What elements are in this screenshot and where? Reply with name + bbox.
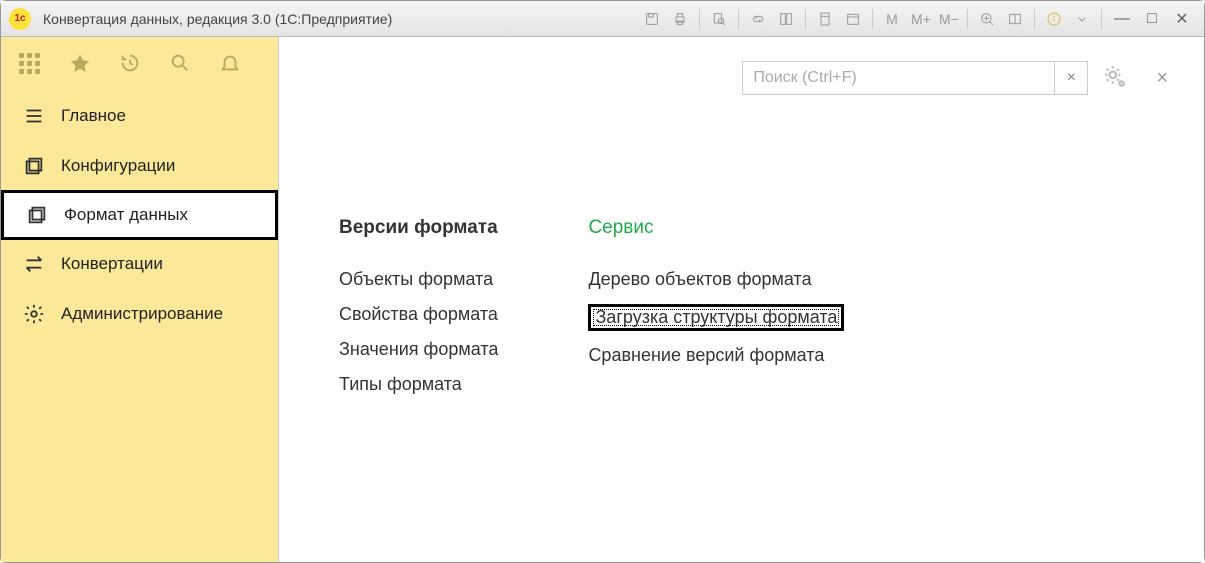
menu-icon	[23, 105, 45, 127]
search-box: ×	[742, 61, 1088, 95]
link-objects[interactable]: Объекты формата	[339, 269, 498, 290]
memory-m-plus[interactable]: M+	[907, 11, 933, 27]
save-icon[interactable]	[639, 6, 665, 32]
sidebar: Главное Конфигурации Формат данных Конве…	[1, 37, 279, 562]
main-panel: × × Версии формата Объекты формата Свойс…	[279, 37, 1204, 562]
window-minimize[interactable]: —	[1108, 10, 1136, 28]
link-values[interactable]: Значения формата	[339, 339, 498, 360]
link-icon[interactable]	[745, 6, 771, 32]
sidebar-item-conversions[interactable]: Конвертации	[1, 239, 278, 289]
zoom-icon[interactable]	[974, 6, 1000, 32]
column-title: Сервис	[588, 217, 844, 239]
search-icon[interactable]	[169, 52, 191, 77]
titlebar-toolbar: M M+ M− — □ ✕	[639, 6, 1196, 32]
swap-icon	[23, 253, 45, 275]
history-icon[interactable]	[119, 52, 141, 77]
memory-m-minus[interactable]: M−	[935, 11, 961, 27]
gear-icon	[23, 303, 45, 325]
calendar-icon[interactable]	[840, 6, 866, 32]
panels-icon[interactable]	[1002, 6, 1028, 32]
stack-icon	[23, 155, 45, 177]
star-icon[interactable]	[69, 52, 91, 77]
preview-icon[interactable]	[706, 6, 732, 32]
sidebar-item-admin[interactable]: Администрирование	[1, 289, 278, 339]
sidebar-item-data-format[interactable]: Формат данных	[1, 190, 278, 240]
sidebar-item-main[interactable]: Главное	[1, 91, 278, 141]
sidebar-quickbar	[1, 37, 278, 91]
sidebar-item-label: Конфигурации	[61, 156, 175, 176]
column-title: Версии формата	[339, 217, 498, 239]
link-object-tree[interactable]: Дерево объектов формата	[588, 269, 844, 290]
sidebar-item-label: Администрирование	[61, 304, 223, 324]
window-close[interactable]: ✕	[1168, 9, 1196, 29]
titlebar: 1c Конвертация данных, редакция 3.0 (1С:…	[1, 1, 1204, 37]
dropdown-icon[interactable]	[1069, 6, 1095, 32]
search-clear-button[interactable]: ×	[1054, 61, 1088, 95]
window-title: Конвертация данных, редакция 3.0 (1С:Пре…	[43, 11, 392, 27]
sidebar-item-label: Формат данных	[64, 205, 188, 225]
bell-icon[interactable]	[219, 52, 241, 77]
column-format-versions: Версии формата Объекты формата Свойства …	[339, 217, 498, 395]
compare-icon[interactable]	[773, 6, 799, 32]
settings-icon[interactable]	[1102, 64, 1128, 93]
memory-m[interactable]: M	[879, 11, 905, 27]
app-logo: 1c	[9, 8, 31, 30]
info-icon[interactable]	[1041, 6, 1067, 32]
search-input[interactable]	[742, 61, 1054, 95]
link-properties[interactable]: Свойства формата	[339, 304, 498, 325]
print-icon[interactable]	[667, 6, 693, 32]
sidebar-item-label: Конвертации	[61, 254, 163, 274]
link-load-structure[interactable]: Загрузка структуры формата	[588, 304, 844, 331]
link-types[interactable]: Типы формата	[339, 374, 498, 395]
calculator-icon[interactable]	[812, 6, 838, 32]
panel-close-button[interactable]: ×	[1156, 67, 1168, 90]
sidebar-item-configs[interactable]: Конфигурации	[1, 141, 278, 191]
stack-icon	[26, 204, 48, 226]
sidebar-item-label: Главное	[61, 106, 126, 126]
apps-icon[interactable]	[19, 53, 41, 75]
link-compare-versions[interactable]: Сравнение версий формата	[588, 345, 844, 366]
column-service: Сервис Дерево объектов формата Загрузка …	[588, 217, 844, 395]
window-maximize[interactable]: □	[1138, 10, 1166, 28]
